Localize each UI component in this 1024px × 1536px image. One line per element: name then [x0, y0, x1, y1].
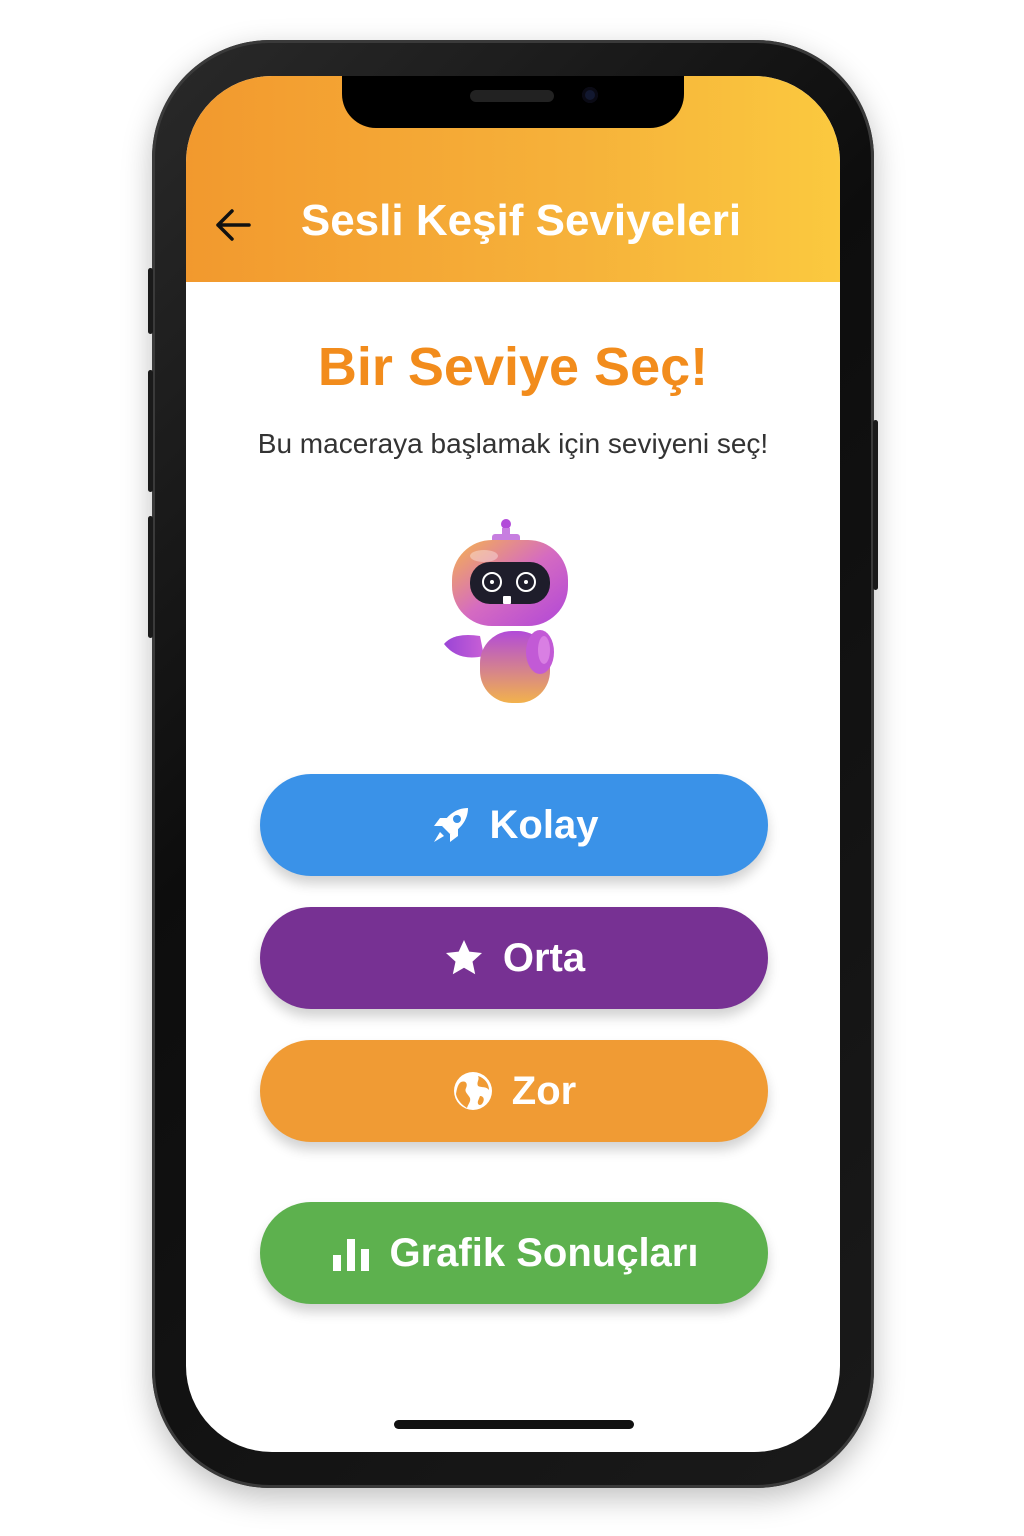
level-label-easy: Kolay — [489, 802, 599, 847]
page-subtitle: Bu maceraya başlamak için seviyeni seç! — [257, 428, 769, 459]
robot-mascot — [444, 516, 584, 716]
side-button-left-3 — [148, 516, 153, 638]
page-title: Bir Seviye Seç! — [317, 337, 709, 397]
results-chart-button[interactable]: Grafik Sonuçları — [260, 1202, 768, 1304]
rocket-icon — [430, 804, 472, 846]
level-label-medium: Orta — [502, 935, 586, 980]
results-button-label: Grafik Sonuçları — [389, 1230, 699, 1275]
level-label-hard: Zor — [511, 1068, 577, 1113]
star-icon — [443, 937, 485, 979]
speaker-grille — [470, 90, 554, 102]
globe-icon — [452, 1070, 494, 1112]
header-title: Sesli Keşif Seviyeleri — [300, 196, 742, 245]
app-screen: Sesli Keşif Seviyeleri Bir Seviye Seç! B… — [186, 76, 840, 1452]
level-button-hard[interactable]: Zor — [260, 1040, 768, 1142]
phone-notch — [342, 76, 684, 128]
phone-frame: Sesli Keşif Seviyeleri Bir Seviye Seç! B… — [148, 40, 878, 1488]
front-camera — [582, 87, 598, 103]
back-button[interactable] — [210, 202, 256, 248]
bar-chart-icon — [330, 1232, 372, 1274]
arrow-left-icon — [216, 209, 251, 241]
side-button-right — [873, 420, 878, 590]
level-button-easy[interactable]: Kolay — [260, 774, 768, 876]
home-indicator[interactable] — [394, 1420, 634, 1429]
side-button-left-2 — [148, 370, 153, 492]
side-button-left-1 — [148, 268, 153, 334]
level-button-medium[interactable]: Orta — [260, 907, 768, 1009]
